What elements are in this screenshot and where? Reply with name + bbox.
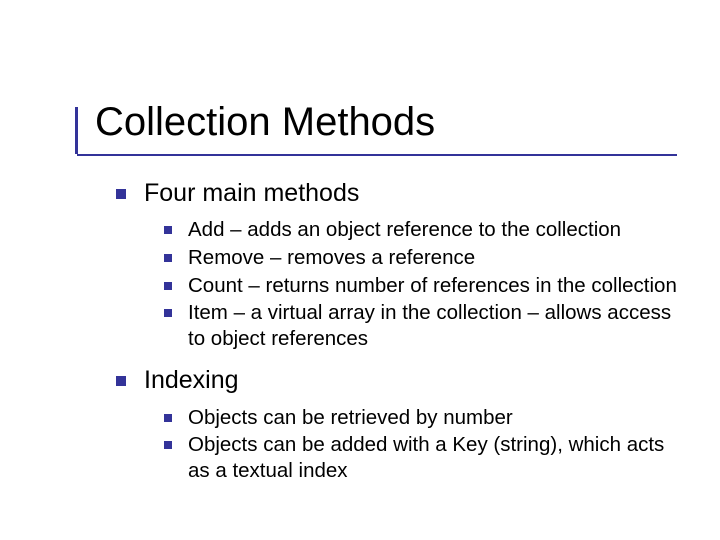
list-item-text: Add – adds an object reference to the co… xyxy=(188,218,621,241)
square-bullet-icon xyxy=(116,376,126,386)
title-accent-horizontal xyxy=(77,154,677,156)
section-heading: Four main methods xyxy=(116,178,686,209)
section-items: Objects can be retrieved by number Objec… xyxy=(164,405,686,484)
slide-title: Collection Methods xyxy=(95,100,435,144)
section-heading-text: Four main methods xyxy=(144,179,359,207)
list-item: Objects can be retrieved by number xyxy=(164,405,686,431)
slide-body: Four main methods Add – adds an object r… xyxy=(116,178,686,498)
list-item-text: Count – returns number of references in … xyxy=(188,274,677,297)
square-bullet-icon xyxy=(164,441,172,449)
square-bullet-icon xyxy=(116,189,126,199)
square-bullet-icon xyxy=(164,282,172,290)
section-heading: Indexing xyxy=(116,365,686,396)
list-item-text: Remove – removes a reference xyxy=(188,246,475,269)
list-item: Remove – removes a reference xyxy=(164,245,686,271)
list-item: Add – adds an object reference to the co… xyxy=(164,217,686,243)
list-item-text: Objects can be added with a Key (string)… xyxy=(188,433,664,482)
square-bullet-icon xyxy=(164,226,172,234)
list-item: Count – returns number of references in … xyxy=(164,273,686,299)
section-heading-text: Indexing xyxy=(144,366,239,394)
list-item: Objects can be added with a Key (string)… xyxy=(164,432,686,483)
title-accent-vertical xyxy=(75,107,78,154)
list-item-text: Item – a virtual array in the collection… xyxy=(188,301,671,350)
square-bullet-icon xyxy=(164,414,172,422)
square-bullet-icon xyxy=(164,254,172,262)
section-items: Add – adds an object reference to the co… xyxy=(164,217,686,351)
square-bullet-icon xyxy=(164,309,172,317)
title-container: Collection Methods xyxy=(95,100,435,144)
slide: Collection Methods Four main methods Add… xyxy=(0,0,720,540)
list-item-text: Objects can be retrieved by number xyxy=(188,406,513,429)
list-item: Item – a virtual array in the collection… xyxy=(164,300,686,351)
